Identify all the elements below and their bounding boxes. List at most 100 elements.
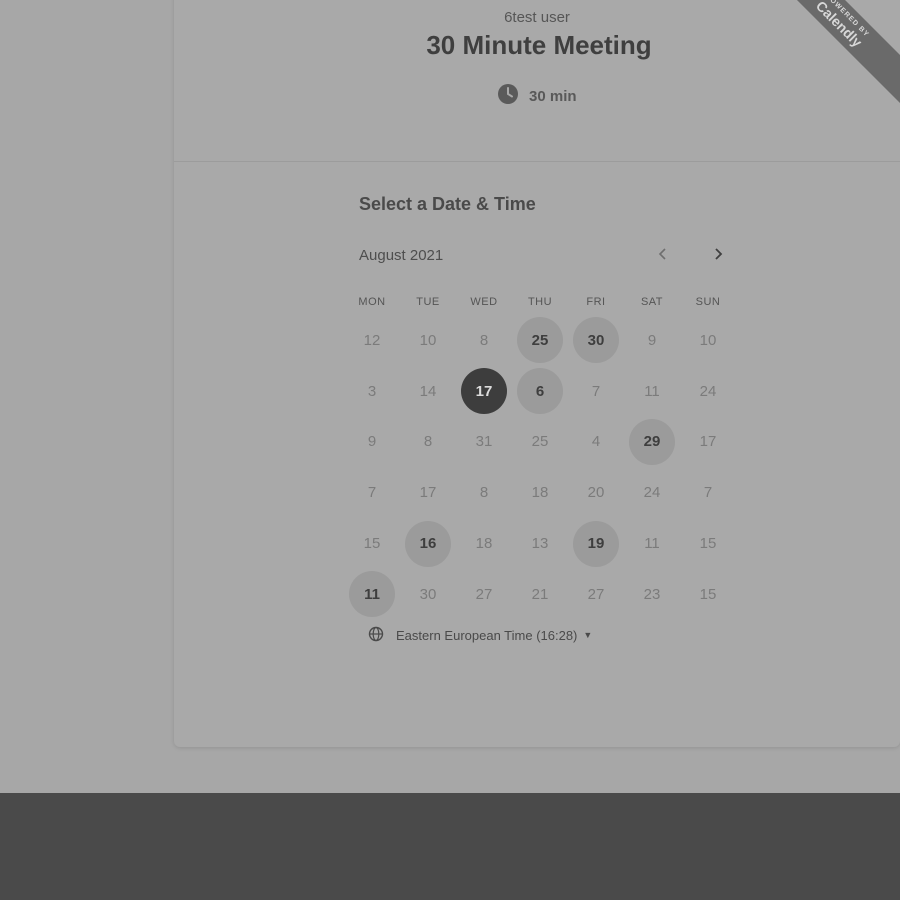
unavailable-date: 27: [568, 569, 624, 620]
select-date-title: Select a Date & Time: [359, 194, 536, 214]
weekday-label: SAT: [640, 296, 664, 308]
date-number: 17: [461, 368, 507, 415]
available-date[interactable]: 6: [512, 366, 568, 417]
date-number: 24: [643, 484, 661, 502]
month-label: August 2021: [359, 247, 444, 264]
unavailable-date: 10: [680, 315, 736, 366]
timezone-selector[interactable]: Eastern European Time (16:28) ▼: [368, 625, 592, 645]
date-number: 10: [419, 331, 437, 349]
date-number: 9: [647, 331, 657, 349]
date-number: 3: [367, 382, 377, 400]
date-number: 7: [591, 382, 601, 400]
date-number: 29: [629, 418, 675, 465]
unavailable-date: 7: [344, 467, 400, 518]
date-number: 8: [423, 433, 433, 451]
unavailable-date: 7: [680, 467, 736, 518]
available-date[interactable]: 11: [344, 569, 400, 620]
unavailable-date: 14: [400, 366, 456, 417]
next-month-button[interactable]: [705, 242, 731, 268]
date-number: 12: [363, 331, 381, 349]
date-number: 23: [643, 585, 661, 603]
weekday-label: SUN: [695, 296, 721, 308]
unavailable-date: 18: [456, 518, 512, 569]
date-number: 7: [367, 484, 377, 502]
date-number: 11: [644, 535, 660, 553]
unavailable-date: 23: [624, 569, 680, 620]
date-number: 10: [699, 331, 717, 349]
date-number: 6: [517, 368, 563, 415]
unavailable-date: 13: [512, 518, 568, 569]
unavailable-date: 9: [344, 417, 400, 468]
unavailable-date: 18: [512, 467, 568, 518]
date-number: 17: [419, 484, 437, 502]
event-header: 6test user 30 Minute Meeting 30 min: [174, 0, 900, 162]
booking-card: 6test user 30 Minute Meeting 30 min POWE…: [174, 0, 900, 747]
date-number: 15: [363, 535, 381, 553]
unavailable-date: 24: [680, 366, 736, 417]
unavailable-date: 11: [624, 518, 680, 569]
date-number: 31: [475, 433, 493, 451]
available-date[interactable]: 16: [400, 518, 456, 569]
caret-down-icon: ▼: [583, 630, 593, 640]
date-number: 11: [644, 382, 660, 400]
weekday-label: MON: [358, 296, 386, 308]
date-number: 20: [587, 484, 605, 502]
prev-month-button[interactable]: [650, 242, 676, 268]
date-number: 27: [587, 585, 605, 603]
available-date[interactable]: 25: [512, 315, 568, 366]
clock-icon: [497, 83, 519, 109]
date-number: 30: [573, 317, 619, 364]
available-date[interactable]: 29: [624, 417, 680, 468]
unavailable-date: 3: [344, 366, 400, 417]
timezone-label: Eastern European Time (16:28): [396, 627, 578, 643]
date-number: 19: [573, 520, 619, 567]
date-number: 11: [349, 571, 395, 618]
unavailable-date: 15: [344, 518, 400, 569]
weekday-label: WED: [470, 296, 498, 308]
date-number: 8: [479, 331, 489, 349]
date-number: 8: [479, 484, 489, 502]
date-number: 24: [699, 382, 717, 400]
date-number: 17: [699, 433, 717, 451]
unavailable-date: 25: [512, 417, 568, 468]
date-number: 14: [419, 382, 437, 400]
unavailable-date: 7: [568, 366, 624, 417]
weekday-label: FRI: [586, 296, 606, 308]
unavailable-date: 21: [512, 569, 568, 620]
unavailable-date: 10: [400, 315, 456, 366]
date-number: 9: [367, 433, 377, 451]
unavailable-date: 9: [624, 315, 680, 366]
globe-icon: [368, 626, 384, 645]
unavailable-date: 8: [456, 467, 512, 518]
unavailable-date: 15: [680, 569, 736, 620]
date-number: 27: [475, 585, 493, 603]
chevron-left-icon: [657, 244, 669, 267]
event-title: 30 Minute Meeting: [426, 30, 652, 60]
footer-band: [0, 793, 900, 900]
date-number: 25: [531, 433, 549, 451]
duration-label: 30 min: [529, 87, 577, 105]
date-number: 21: [531, 585, 549, 603]
event-duration: 30 min: [497, 84, 577, 108]
unavailable-date: 4: [568, 417, 624, 468]
date-number: 25: [517, 317, 563, 364]
date-number: 15: [699, 585, 717, 603]
host-name: 6test user: [504, 9, 570, 26]
weekday-label: TUE: [416, 296, 440, 308]
unavailable-date: 31: [456, 417, 512, 468]
chevron-right-icon: [712, 244, 724, 267]
unavailable-date: 17: [400, 467, 456, 518]
unavailable-date: 27: [456, 569, 512, 620]
unavailable-date: 17: [680, 417, 736, 468]
weekday-header-row: MON TUE WED THU FRI SAT SUN: [344, 296, 736, 308]
available-date[interactable]: 30: [568, 315, 624, 366]
calendar-grid: 12 10 8 25 30 9 10 3 14 17 6 7 11 24 9 8 31 25 4 29 17 7 17 8 18…: [344, 315, 736, 620]
available-date[interactable]: 19: [568, 518, 624, 569]
unavailable-date: 24: [624, 467, 680, 518]
date-number: 18: [475, 535, 493, 553]
unavailable-date: 8: [400, 417, 456, 468]
unavailable-date: 15: [680, 518, 736, 569]
unavailable-date: 12: [344, 315, 400, 366]
date-number: 13: [531, 535, 549, 553]
selected-date[interactable]: 17: [456, 366, 512, 417]
